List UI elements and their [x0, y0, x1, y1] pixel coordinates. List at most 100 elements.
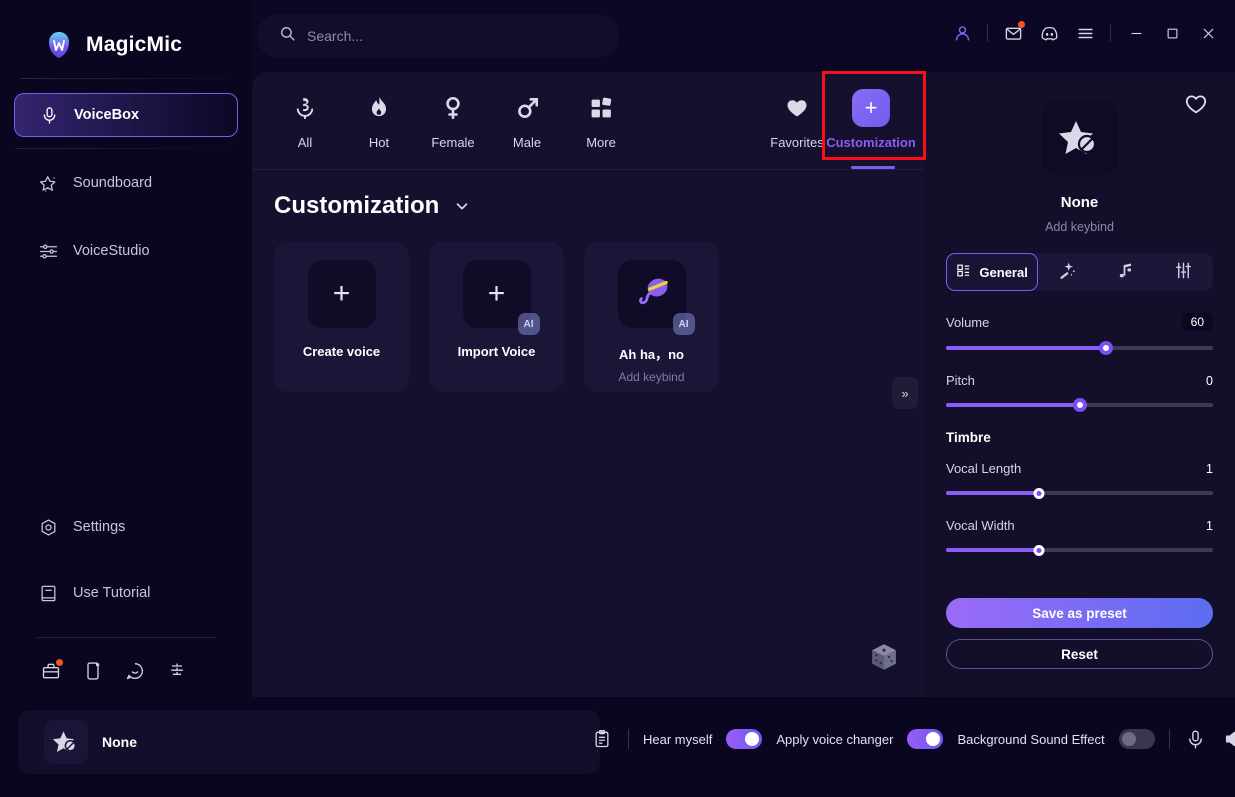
brand-name: MagicMic: [86, 33, 183, 56]
card-title: Import Voice: [457, 344, 536, 359]
voice-name: None: [1060, 194, 1099, 211]
slider-thumb[interactable]: [1033, 487, 1045, 499]
minimize-button[interactable]: [1125, 22, 1147, 44]
vocal-length-label: Vocal Length: [946, 461, 1022, 476]
toggle-knob: [745, 732, 760, 746]
book-icon: [38, 583, 58, 603]
mail-icon[interactable]: [1002, 21, 1025, 44]
voice-controls: Volume 60 Pitch 0 Timbre Vocal Length 1: [924, 291, 1235, 558]
volume-slider[interactable]: [946, 340, 1213, 356]
toggle-knob: [1121, 732, 1136, 746]
tab-male[interactable]: Male: [490, 86, 564, 150]
volume-row: Volume 60: [946, 313, 1213, 331]
star-none-icon: [1041, 100, 1118, 176]
account-icon[interactable]: [951, 22, 973, 44]
toggle-knob: [926, 732, 941, 746]
pitch-label: Pitch: [946, 373, 975, 388]
page-title: Customization: [274, 192, 440, 219]
sidebar-item-soundboard[interactable]: Soundboard: [14, 161, 238, 205]
tab-general[interactable]: General: [946, 253, 1039, 291]
vocal-width-slider[interactable]: [946, 542, 1213, 558]
volume-label: Volume: [946, 314, 990, 330]
close-button[interactable]: [1197, 22, 1219, 44]
voice-keybind[interactable]: Add keybind: [1045, 220, 1114, 234]
pitch-row: Pitch 0: [946, 373, 1213, 388]
card-title: Ah ha，no: [619, 347, 684, 362]
microphone-icon[interactable]: [1184, 727, 1208, 751]
slider-thumb[interactable]: [1099, 341, 1114, 355]
female-symbol-icon: [440, 92, 466, 124]
vocal-length-slider[interactable]: [946, 485, 1213, 501]
timbre-heading: Timbre: [946, 430, 991, 445]
chat-bubble-icon[interactable]: [124, 660, 146, 682]
sidebar-item-voicebox[interactable]: VoiceBox: [14, 93, 238, 149]
slider-thumb[interactable]: [1072, 398, 1087, 412]
slider-thumb[interactable]: [1033, 544, 1045, 556]
pitch-value: 0: [1206, 373, 1213, 388]
tab-label: Customization: [826, 135, 916, 150]
chevron-down-icon[interactable]: [453, 197, 471, 215]
card-custom-voice[interactable]: AI Ah ha，no Add keybind: [584, 242, 719, 392]
tab-label: More: [586, 135, 616, 150]
tab-favorites[interactable]: Favorites: [760, 86, 834, 150]
double-chevron-right-icon[interactable]: »: [892, 377, 918, 409]
tab-equalizer[interactable]: [1155, 253, 1213, 291]
male-symbol-icon: [514, 92, 540, 124]
sidebar-item-use-tutorial[interactable]: Use Tutorial: [14, 571, 238, 615]
tab-music[interactable]: [1097, 253, 1155, 291]
music-note-icon: [1116, 261, 1135, 283]
voice-card-grid: + Create voice + AI Import Voice AI Ah h…: [252, 220, 924, 392]
tab-label: Male: [512, 135, 542, 150]
heart-outline-icon[interactable]: [1184, 92, 1208, 121]
maximize-button[interactable]: [1161, 22, 1183, 44]
tab-effects[interactable]: [1038, 253, 1096, 291]
tab-hot[interactable]: Hot: [342, 86, 416, 150]
pitch-slider[interactable]: [946, 397, 1213, 413]
settings-tabs: General: [946, 253, 1213, 291]
tab-female[interactable]: Female: [416, 86, 490, 150]
equalizer-icon: [38, 241, 58, 261]
now-playing[interactable]: None: [18, 710, 600, 774]
clipboard-icon[interactable]: [590, 727, 614, 751]
hear-myself-toggle[interactable]: [726, 729, 763, 749]
apply-voice-changer-toggle[interactable]: [907, 729, 944, 749]
discord-icon[interactable]: [1038, 22, 1060, 44]
card-title: Create voice: [302, 344, 381, 359]
speaker-icon[interactable]: [1222, 727, 1235, 751]
tab-label: Female: [431, 135, 475, 150]
now-playing-name: None: [102, 734, 137, 750]
tab-customization[interactable]: + Customization: [826, 86, 916, 150]
feedback-icon[interactable]: [166, 660, 188, 682]
magicmic-logo-icon: [44, 30, 74, 60]
sidebar-divider: [20, 78, 232, 79]
sidebar: MagicMic VoiceBox Soundboard VoiceStudio…: [0, 0, 252, 797]
card-create-voice[interactable]: + Create voice: [274, 242, 409, 392]
save-as-preset-button[interactable]: Save as preset: [946, 598, 1213, 628]
reset-button[interactable]: Reset: [946, 639, 1213, 669]
sidebar-item-voicestudio[interactable]: VoiceStudio: [14, 229, 238, 273]
mobile-device-icon[interactable]: [82, 660, 104, 682]
background-sound-effect-toggle[interactable]: [1118, 729, 1155, 749]
tab-label: Favorites: [770, 135, 824, 150]
tab-all[interactable]: All: [268, 86, 342, 150]
toolbox-icon[interactable]: [40, 659, 63, 682]
search-icon: [279, 25, 296, 47]
sidebar-item-settings[interactable]: Settings: [14, 505, 238, 549]
sidebar-item-label: VoiceStudio: [73, 243, 150, 259]
tab-label: Hot: [368, 135, 390, 150]
slider-fill: [946, 346, 1107, 350]
menu-icon[interactable]: [1074, 22, 1096, 44]
sliders-icon: [1174, 261, 1193, 283]
card-import-voice[interactable]: + AI Import Voice: [429, 242, 564, 392]
tab-more[interactable]: More: [564, 86, 638, 150]
bottom-separator-1: [628, 729, 629, 749]
dice-icon[interactable]: [866, 639, 902, 675]
bottom-controls: Hear myself Apply voice changer Backgrou…: [590, 727, 1235, 751]
background-sound-effect-label: Background Sound Effect: [957, 731, 1105, 747]
search-input[interactable]: [307, 28, 587, 44]
tab-general-label: General: [979, 264, 1028, 280]
search-box[interactable]: [257, 14, 619, 58]
vocal-width-value: 1: [1206, 518, 1213, 533]
bottom-bar: None Hear myself Apply voice changer Bac…: [0, 697, 1235, 797]
plus-icon: +: [852, 89, 890, 127]
